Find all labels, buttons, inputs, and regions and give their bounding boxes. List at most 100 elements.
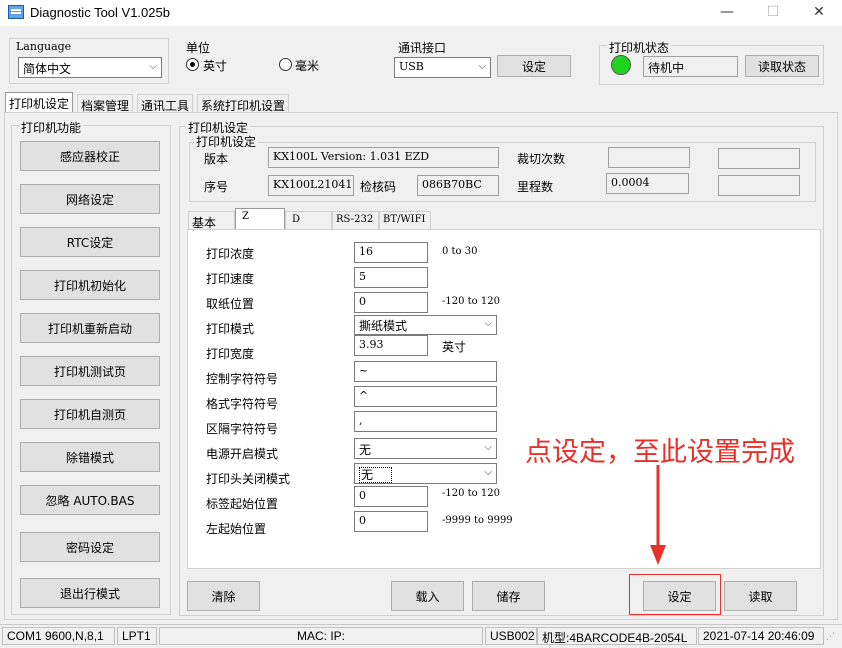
- print-speed-input[interactable]: 5: [354, 267, 428, 288]
- status-com: COM1 9600,N,8,1: [2, 627, 115, 645]
- test-page-button[interactable]: 打印机测试页: [20, 356, 160, 386]
- settings-inner-label: 打印机设定: [194, 133, 259, 150]
- status-mac: MAC: IP:: [159, 627, 483, 645]
- chevron-down-icon: ⌵: [149, 61, 157, 72]
- read-status-button[interactable]: 读取状态: [745, 55, 819, 77]
- print-mode-select[interactable]: 撕纸模式 ⌵: [354, 315, 497, 335]
- serial-value: KX100L21041803: [268, 175, 354, 196]
- title-bar: Diagnostic Tool V1.025b — ☐ ✕: [0, 0, 842, 26]
- format-char-input[interactable]: ^: [354, 386, 497, 407]
- print-width-unit: 英寸: [442, 340, 467, 354]
- unit-label: 单位: [186, 41, 211, 55]
- left-start-label: 左起始位置: [206, 522, 267, 536]
- tab-comm-tools[interactable]: 通讯工具: [137, 94, 194, 113]
- tab-system-printer[interactable]: 系统打印机设置: [197, 94, 290, 113]
- resize-grip-icon[interactable]: ⋰: [826, 632, 838, 644]
- status-lpt: LPT1: [117, 627, 157, 645]
- maximize-icon[interactable]: ☐: [750, 0, 796, 26]
- comm-set-button[interactable]: 设定: [497, 55, 571, 77]
- print-speed-label: 打印速度: [206, 272, 255, 286]
- comm-label: 通讯接口: [398, 41, 447, 55]
- power-on-mode-select[interactable]: 无 ⌵: [354, 438, 497, 459]
- language-select[interactable]: 简体中文 ⌵: [18, 57, 162, 78]
- sensor-calibration-button[interactable]: 感应器校正: [20, 141, 160, 171]
- tab-file-management[interactable]: 档案管理: [77, 94, 134, 113]
- rtc-settings-button[interactable]: RTC设定: [20, 227, 160, 257]
- control-char-label: 控制字符符号: [206, 372, 279, 386]
- comm-select[interactable]: USB ⌵: [394, 57, 491, 78]
- self-test-button[interactable]: 打印机自测页: [20, 399, 160, 429]
- annotation-arrow-icon: [650, 465, 666, 565]
- ignore-autobas-button[interactable]: 忽略 AUTO.BAS: [20, 485, 160, 515]
- power-on-mode-label: 电源开启模式: [206, 447, 279, 461]
- unit-inch-radio[interactable]: [186, 58, 199, 71]
- print-width-input[interactable]: 3.93: [354, 335, 428, 356]
- unit-inch-label: 英寸: [203, 59, 228, 73]
- app-icon: [8, 5, 24, 19]
- cut-count-value: [608, 147, 690, 168]
- functions-label: 打印机功能: [19, 119, 84, 136]
- subtab-basic[interactable]: 基本: [188, 211, 235, 230]
- print-mode-label: 打印模式: [206, 322, 255, 336]
- chevron-down-icon: ⌵: [478, 61, 486, 72]
- head-close-mode-label: 打印头关闭模式: [206, 472, 291, 486]
- mileage-extra: [718, 175, 800, 196]
- control-char-input[interactable]: ~: [354, 361, 497, 382]
- format-char-label: 格式字符符号: [206, 397, 279, 411]
- language-label: Language: [16, 40, 72, 53]
- read-button[interactable]: 读取: [724, 581, 797, 611]
- chevron-down-icon: ⌵: [484, 318, 492, 329]
- status-led-icon: [611, 55, 631, 75]
- version-label: 版本: [204, 152, 229, 166]
- password-settings-button[interactable]: 密码设定: [20, 532, 160, 562]
- tear-position-input[interactable]: 0: [354, 292, 428, 313]
- mileage-label: 里程数: [517, 180, 554, 194]
- checksum-value: 086B70BC: [417, 175, 499, 196]
- left-start-range: -9999 to 9999: [442, 515, 513, 526]
- label-start-range: -120 to 120: [442, 488, 500, 499]
- window-title: Diagnostic Tool V1.025b: [30, 5, 170, 20]
- subtab-d[interactable]: D: [285, 211, 332, 230]
- subtab-rs232[interactable]: RS-232: [332, 211, 379, 230]
- cut-count-extra: [718, 148, 800, 169]
- print-density-label: 打印浓度: [206, 247, 255, 261]
- printer-init-button[interactable]: 打印机初始化: [20, 270, 160, 300]
- label-start-label: 标签起始位置: [206, 497, 279, 511]
- debug-mode-button[interactable]: 除错模式: [20, 442, 160, 472]
- subtab-btwifi[interactable]: BT/WIFI: [379, 211, 431, 230]
- serial-label: 序号: [204, 180, 229, 194]
- set-button[interactable]: 设定: [643, 581, 716, 611]
- tab-printer-settings[interactable]: 打印机设定: [5, 92, 74, 113]
- left-start-input[interactable]: 0: [354, 511, 428, 532]
- status-value: 待机中: [643, 56, 738, 77]
- delimiter-char-label: 区隔字符符号: [206, 422, 279, 436]
- minimize-icon[interactable]: —: [704, 0, 750, 26]
- status-label: 打印机状态: [607, 39, 672, 56]
- tear-position-label: 取纸位置: [206, 297, 255, 311]
- unit-mm-label: 毫米: [295, 59, 320, 73]
- clear-button[interactable]: 清除: [187, 581, 260, 611]
- network-settings-button[interactable]: 网络设定: [20, 184, 160, 214]
- chevron-down-icon: ⌵: [484, 467, 492, 478]
- print-density-input[interactable]: 16: [354, 242, 428, 263]
- load-button[interactable]: 载入: [391, 581, 464, 611]
- print-width-label: 打印宽度: [206, 347, 255, 361]
- save-button[interactable]: 储存: [472, 581, 545, 611]
- checksum-label: 检核码: [360, 180, 397, 194]
- exit-line-mode-button[interactable]: 退出行模式: [20, 578, 160, 608]
- status-model: 机型:4BARCODE4B-2054L: [537, 627, 697, 645]
- close-icon[interactable]: ✕: [796, 0, 842, 26]
- print-density-range: 0 to 30: [442, 246, 478, 257]
- subtab-z[interactable]: Z: [235, 208, 285, 231]
- mileage-value: 0.0004: [606, 173, 689, 194]
- tear-position-range: -120 to 120: [442, 296, 500, 307]
- status-usb: USB002: [485, 627, 537, 645]
- printer-restart-button[interactable]: 打印机重新启动: [20, 313, 160, 343]
- chevron-down-icon: ⌵: [484, 442, 492, 453]
- label-start-input[interactable]: 0: [354, 486, 428, 507]
- version-value: KX100L Version: 1.031 EZD: [268, 147, 499, 168]
- head-close-mode-select[interactable]: 无 ⌵: [354, 463, 497, 484]
- delimiter-char-input[interactable]: ,: [354, 411, 497, 432]
- status-datetime: 2021-07-14 20:46:09: [698, 627, 824, 645]
- unit-mm-radio[interactable]: [279, 58, 292, 71]
